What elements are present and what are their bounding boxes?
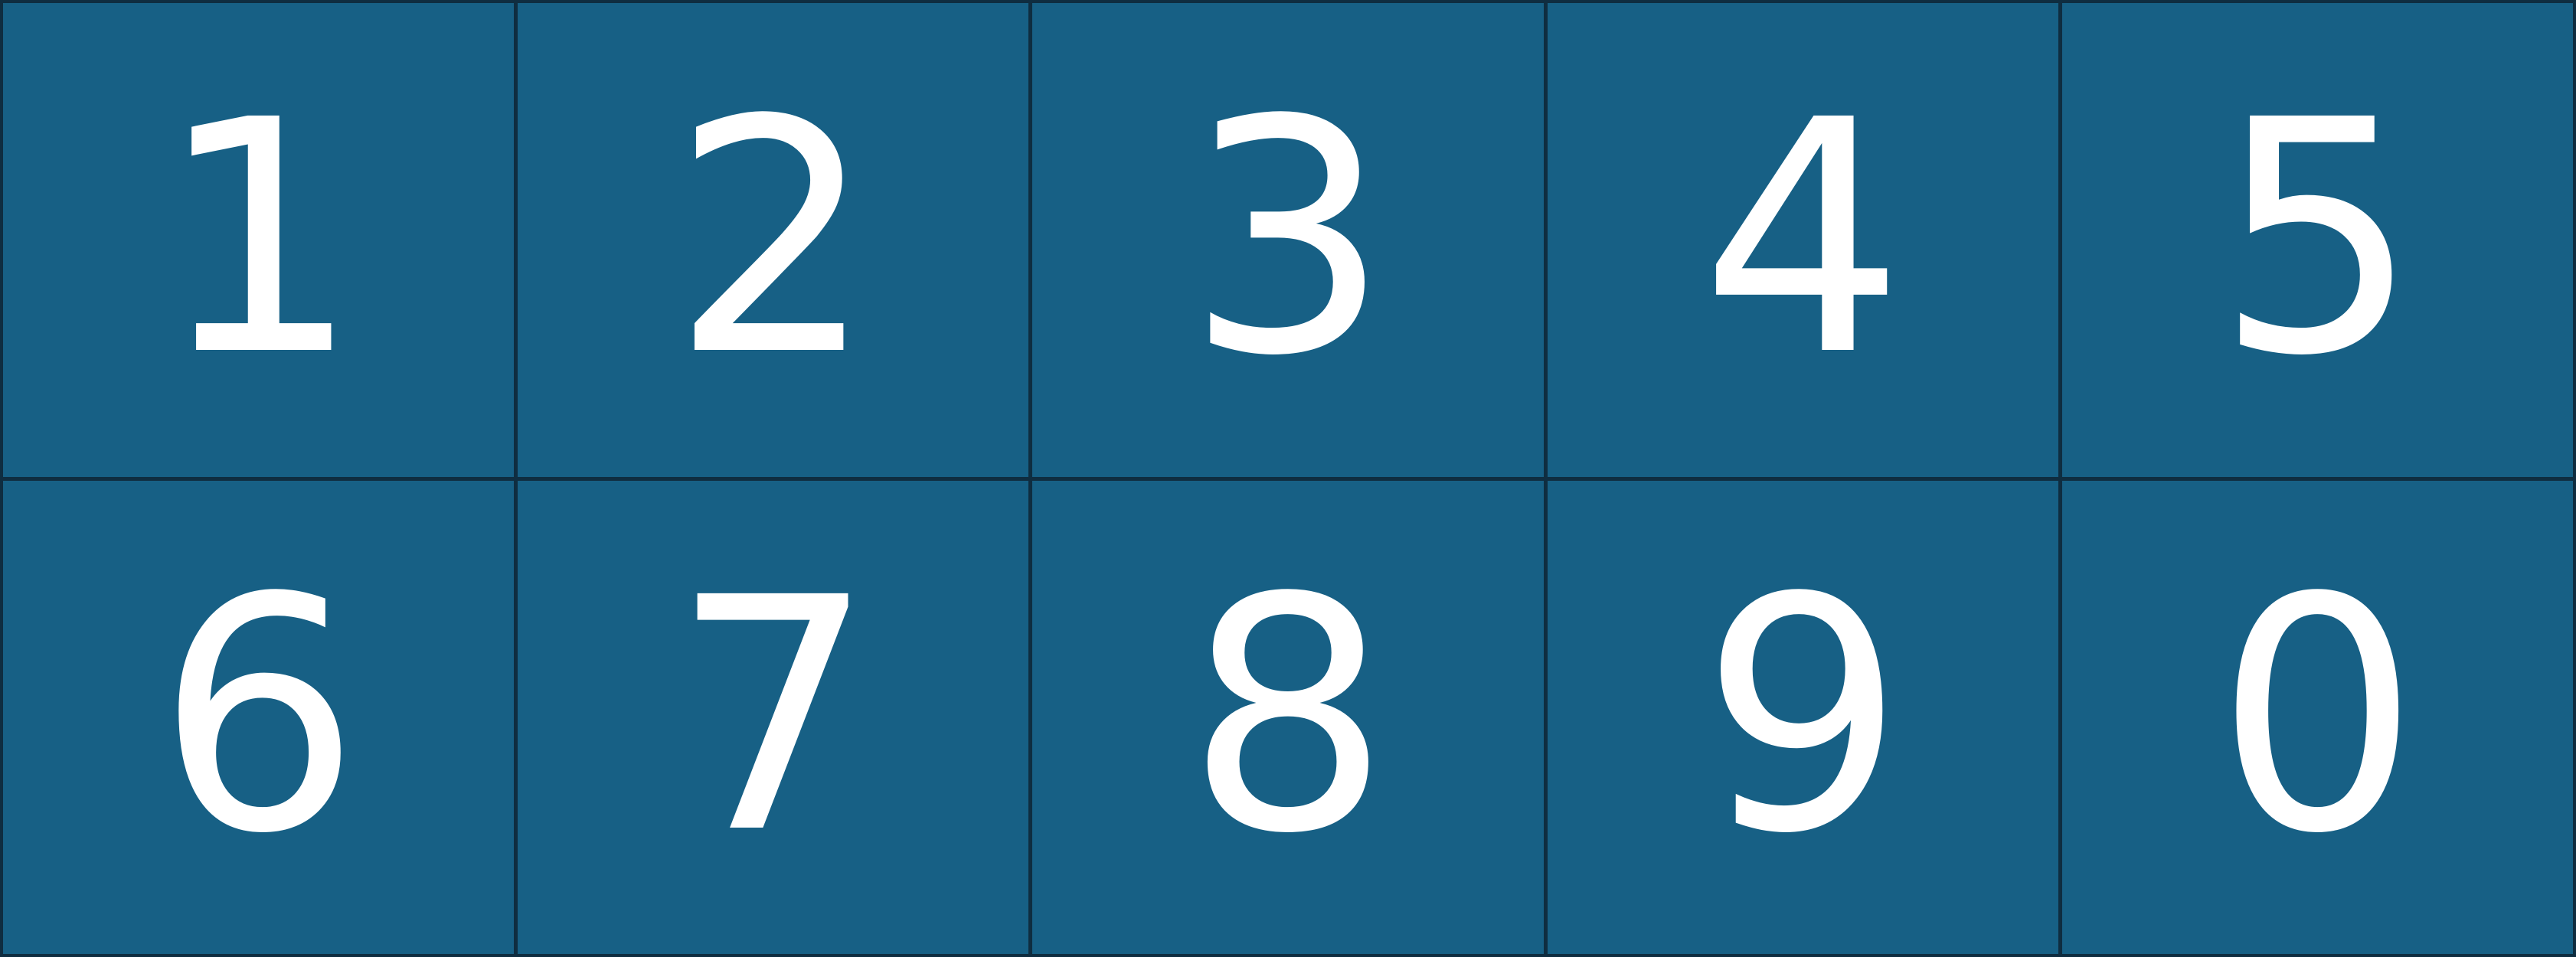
key-4-label: 4 [1700,52,1905,427]
key-5[interactable]: 5 [2061,3,2573,477]
key-1-label: 1 [155,52,361,427]
key-1[interactable]: 1 [3,3,515,477]
key-6-label: 6 [155,529,361,904]
numeric-keypad: 1 2 3 4 5 6 7 8 9 0 [0,0,2576,957]
key-3[interactable]: 3 [1032,3,1544,477]
key-9-label: 9 [1700,529,1905,904]
key-7[interactable]: 7 [518,480,1029,954]
key-9[interactable]: 9 [1547,480,2058,954]
key-7-label: 7 [671,529,876,904]
key-4[interactable]: 4 [1547,3,2058,477]
key-2[interactable]: 2 [518,3,1029,477]
key-2-label: 2 [671,52,876,427]
key-8-label: 8 [1185,529,1391,904]
key-5-label: 5 [2215,52,2420,427]
key-0-label: 0 [2215,529,2420,904]
key-3-label: 3 [1185,52,1391,427]
key-0[interactable]: 0 [2061,480,2573,954]
key-6[interactable]: 6 [3,480,515,954]
key-8[interactable]: 8 [1032,480,1544,954]
